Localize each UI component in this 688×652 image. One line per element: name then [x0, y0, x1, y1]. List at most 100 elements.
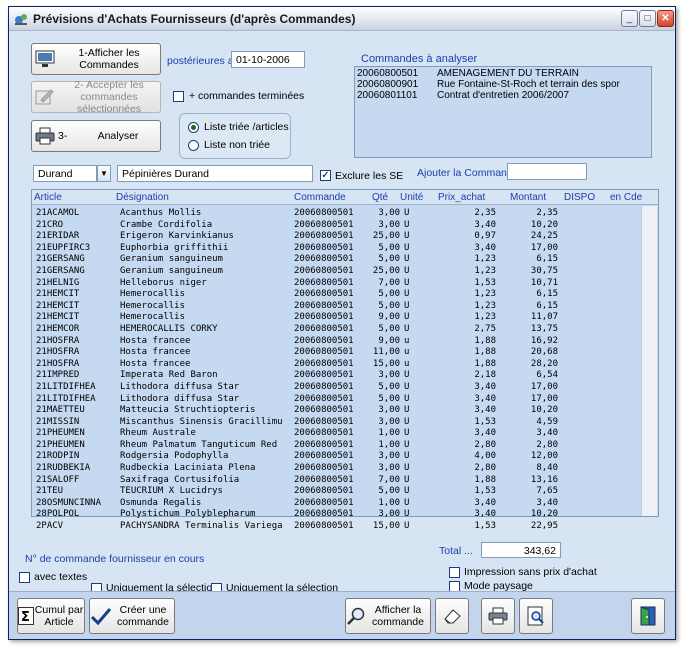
cell-qte: 3,00	[378, 509, 400, 520]
list-item[interactable]: 20060801101 Contrat d'entretien 2006/200…	[355, 90, 651, 101]
monitor-icon	[32, 50, 58, 68]
table-row[interactable]: 21LITDIFHEA Lithodora diffusa Star 2006080…	[36, 394, 636, 406]
table-row[interactable]: 21HOSFRA Hosta francee 20060800501 11,00 u 1,…	[36, 347, 636, 359]
cell-unite: U	[404, 289, 410, 300]
table-row[interactable]: 21ERIDAR Erigeron Karvinkianus 20060800501…	[36, 231, 636, 243]
cell-commande: 20060800501	[294, 231, 354, 242]
add-order-input[interactable]	[507, 163, 587, 180]
grid-scrollbar[interactable]	[641, 206, 657, 516]
table-row[interactable]: 21HEMCOR HEMEROCALLIS CORKY 20060800501 5,0…	[36, 324, 636, 336]
list-item[interactable]: 20060800901 Rue Fontaine-St-Roch et terr…	[355, 79, 651, 90]
print-no-price-checkbox[interactable]	[449, 567, 460, 578]
cell-unite: U	[404, 242, 410, 253]
cell-qte: 5,00	[378, 242, 400, 253]
sorted-radio[interactable]	[188, 122, 199, 133]
cell-article: 21HOSFRA	[36, 358, 80, 369]
table-row[interactable]: 21HEMCIT Hemerocallis 20060800501 9,00 U 1,23…	[36, 312, 636, 324]
maximize-button[interactable]: □	[639, 10, 656, 27]
orders-list[interactable]: 20060800501 AMENAGEMENT DU TERRAIN 20060…	[354, 66, 652, 158]
svg-text:Σ: Σ	[21, 610, 30, 625]
supplier-name-field[interactable]: Pépinières Durand	[117, 165, 313, 182]
print-preview-button[interactable]	[519, 598, 553, 634]
table-row[interactable]: 21HEMCIT Hemerocallis 20060800501 5,00 U 1,23…	[36, 301, 636, 313]
col-qte[interactable]: Qté	[372, 192, 388, 203]
cell-article: 21HEMCIT	[36, 289, 80, 300]
cell-article: 21CRO	[36, 219, 64, 230]
table-row[interactable]: 28POLPOL Polystichum Polyblepharum 2006080…	[36, 509, 636, 521]
after-date-input[interactable]: 01-10-2006	[231, 51, 305, 68]
exclude-se-checkbox[interactable]: ✓	[320, 170, 331, 181]
cell-prix: 2,18	[474, 370, 496, 381]
cell-montant: 4,59	[536, 416, 558, 427]
table-row[interactable]: 21HOSFRA Hosta francee 20060800501 15,00 u 1,…	[36, 359, 636, 371]
cell-montant: 2,80	[536, 439, 558, 450]
finished-orders-checkbox[interactable]	[173, 91, 184, 102]
articles-grid[interactable]: Article Désignation Commande Qté Unité P…	[31, 189, 659, 531]
table-row[interactable]: 21SALOFF Saxifraga Cortusifolia 2006080050…	[36, 475, 636, 487]
cell-montant: 30,75	[530, 265, 558, 276]
cell-prix: 2,80	[474, 463, 496, 474]
cell-unite: U	[404, 416, 410, 427]
table-row[interactable]: 21GERSANG Geranium sanguineum 20060800501 5…	[36, 254, 636, 266]
cell-qte: 3,00	[378, 416, 400, 427]
table-row[interactable]: 21HEMCIT Hemerocallis 20060800501 5,00 U 1,23…	[36, 289, 636, 301]
col-dispo[interactable]: DISPO	[564, 192, 595, 203]
list-item[interactable]: 20060800501 AMENAGEMENT DU TERRAIN	[355, 68, 651, 79]
cell-unite: U	[404, 370, 410, 381]
cell-designation: Osmunda Regalis	[120, 497, 202, 508]
table-row[interactable]: 21HOSFRA Hosta francee 20060800501 9,00 u 1,8…	[36, 336, 636, 348]
cell-article: 21HEMCIT	[36, 300, 80, 311]
table-row[interactable]: 21IMPRED Imperata Red Baron 20060800501 3,0…	[36, 370, 636, 382]
table-row[interactable]: 21GERSANG Geranium sanguineum 20060800501 2…	[36, 266, 636, 278]
cell-montant: 7,65	[536, 486, 558, 497]
minimize-button[interactable]: _	[621, 10, 638, 27]
cell-prix: 1,88	[474, 335, 496, 346]
col-article[interactable]: Article	[34, 192, 62, 203]
table-row[interactable]: 28OSMUNCINNA Osmunda Regalis 20060800501 1,…	[36, 498, 636, 510]
exit-button[interactable]	[631, 598, 665, 634]
table-row[interactable]: 21PHEUMEN Rheum Australe 20060800501 1,00 U 3…	[36, 428, 636, 440]
cell-unite: U	[404, 497, 410, 508]
unsorted-radio[interactable]	[188, 140, 199, 151]
table-row[interactable]: 21EUPFIRC3 Euphorbia griffithii 2006080050…	[36, 243, 636, 255]
table-row[interactable]: 21MAETTEU Matteucia Struchtiopteris 200608…	[36, 405, 636, 417]
table-row[interactable]: 21CRO Crambe Cordifolia 20060800501 3,00 U 3,…	[36, 220, 636, 232]
cell-article: 21MAETTEU	[36, 405, 85, 416]
print-button[interactable]	[481, 598, 515, 634]
col-designation[interactable]: Désignation	[116, 192, 169, 203]
title-bar[interactable]: Prévisions d'Achats Fournisseurs (d'aprè…	[9, 7, 675, 31]
table-row[interactable]: 21PHEUMEN Rheum Palmatum Tanguticum Red 20…	[36, 440, 636, 452]
cell-prix: 2,35	[474, 208, 496, 218]
cell-qte: 1,00	[378, 439, 400, 450]
col-montant[interactable]: Montant	[510, 192, 546, 203]
cell-montant: 12,00	[530, 451, 558, 462]
cell-montant: 13,75	[530, 323, 558, 334]
show-orders-button[interactable]: 1-Afficher les Commandes	[31, 43, 161, 75]
table-row[interactable]: 21HELNIG Helleborus niger 20060800501 7,00 U…	[36, 278, 636, 290]
analyze-button[interactable]: 3- Analyser	[31, 120, 161, 152]
show-order-button[interactable]: Afficher la commande	[345, 598, 431, 634]
table-row[interactable]: 21RUDBEKIA Rudbeckia Laciniata Plena 20060…	[36, 463, 636, 475]
table-row[interactable]: 21ACAMOL Acanthus Mollis 20060800501 3,00 U 2…	[36, 208, 636, 220]
cell-montant: 22,95	[530, 521, 558, 532]
col-encde[interactable]: en Cde	[610, 192, 642, 203]
cell-designation: Rheum Palmatum Tanguticum Red	[120, 439, 278, 450]
with-texts-checkbox[interactable]	[19, 572, 30, 583]
cumul-button[interactable]: Σ Cumul par Article	[17, 598, 85, 634]
supplier-code-select[interactable]: Durand	[33, 165, 97, 182]
table-row[interactable]: 21TEU TEUCRIUM X Lucidrys 20060800501 5,00 U…	[36, 486, 636, 498]
chevron-down-icon[interactable]: ▼	[97, 165, 111, 182]
col-commande[interactable]: Commande	[294, 192, 346, 203]
table-row[interactable]: 21MISSIN Miscanthus Sinensis Gracillimu 20…	[36, 417, 636, 429]
cell-article: 2PACV	[36, 521, 64, 532]
table-row[interactable]: 21LITDIFHEA Lithodora diffusa Star 2006080…	[36, 382, 636, 394]
table-row[interactable]: 2PACV PACHYSANDRA Terminalis Variega 20060…	[36, 521, 636, 533]
cell-montant: 6,15	[536, 300, 558, 311]
col-prix[interactable]: Prix_achat	[438, 192, 485, 203]
table-row[interactable]: 21RODPIN Rodgersia Podophylla 20060800501 3…	[36, 451, 636, 463]
accept-orders-button[interactable]: 2- Accepter les commandes sélectionnées	[31, 79, 161, 115]
eraser-button[interactable]	[435, 598, 469, 634]
col-unite[interactable]: Unité	[400, 192, 423, 203]
create-order-button[interactable]: Créer une commande	[89, 598, 175, 634]
close-button[interactable]: ✕	[657, 10, 674, 27]
